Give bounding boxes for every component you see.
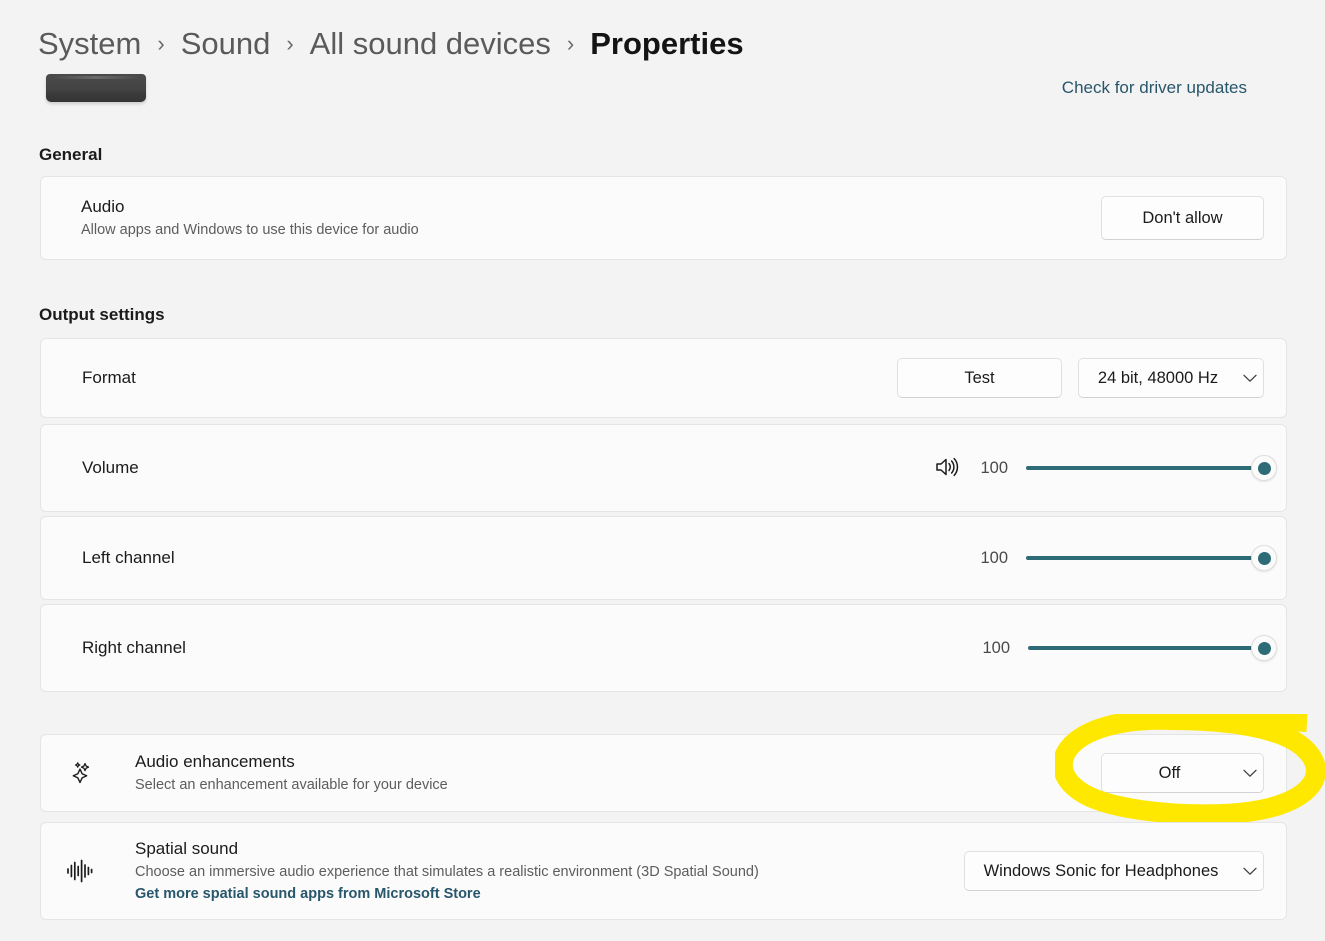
audio-enhancements-dropdown[interactable]: Off [1101, 753, 1264, 793]
section-heading-general: General [39, 145, 103, 164]
audio-enhancements-title: Audio enhancements [135, 752, 295, 771]
volume-slider-thumb-inner [1257, 461, 1271, 475]
audio-setting-title: Audio [81, 197, 125, 216]
audio-setting-subtitle: Allow apps and Windows to use this devic… [81, 222, 419, 238]
audio-enhancements-dropdown-value: Off [1158, 763, 1181, 782]
spatial-sound-subtitle: Choose an immersive audio experience tha… [135, 864, 759, 880]
left-channel-label: Left channel [82, 548, 175, 567]
format-dropdown[interactable]: 24 bit, 48000 Hz [1078, 358, 1264, 398]
volume-setting-card: Volume 100 [40, 424, 1287, 512]
section-heading-output-settings: Output settings [39, 305, 165, 324]
test-format-button[interactable]: Test [897, 358, 1062, 398]
right-channel-setting-card: Right channel 100 [40, 604, 1287, 692]
format-setting-card: Format Test 24 bit, 48000 Hz [40, 338, 1287, 418]
breadcrumb-separator-1: › [157, 31, 165, 56]
settings-properties-page: System › Sound › All sound devices › Pro… [0, 0, 1325, 941]
left-channel-value: 100 [980, 548, 1008, 567]
check-for-driver-updates-link[interactable]: Check for driver updates [1062, 78, 1247, 98]
format-setting-text: Format [82, 366, 136, 390]
chevron-down-icon [1237, 754, 1263, 792]
right-channel-value: 100 [982, 638, 1010, 657]
audio-setting-text: Audio Allow apps and Windows to use this… [81, 195, 419, 241]
left-channel-slider-thumb[interactable] [1251, 545, 1277, 571]
volume-slider-thumb[interactable] [1251, 455, 1277, 481]
left-channel-slider-thumb-inner [1257, 551, 1271, 565]
audio-device-thumbnail [46, 74, 146, 102]
left-channel-text: Left channel [82, 546, 175, 570]
audio-enhancements-card: Audio enhancements Select an enhancement… [40, 734, 1287, 812]
breadcrumb: System › Sound › All sound devices › Pro… [38, 22, 744, 66]
waveform-icon [63, 854, 97, 888]
audio-enhancements-text: Audio enhancements Select an enhancement… [135, 750, 448, 796]
volume-setting-text: Volume [82, 456, 139, 480]
format-dropdown-value: 24 bit, 48000 Hz [1097, 368, 1219, 387]
breadcrumb-separator-3: › [566, 31, 575, 56]
breadcrumb-item-properties: Properties [590, 26, 744, 61]
chevron-down-icon [1237, 359, 1263, 397]
right-channel-slider-track [1028, 646, 1264, 650]
left-channel-slider-group: 100 [972, 544, 1277, 572]
chevron-down-icon [1237, 852, 1263, 890]
volume-value: 100 [980, 458, 1008, 477]
spatial-sound-title: Spatial sound [135, 839, 239, 858]
speaker-icon [934, 456, 962, 480]
right-channel-label: Right channel [82, 638, 186, 657]
right-channel-slider-thumb-inner [1257, 641, 1271, 655]
right-channel-slider[interactable] [1028, 634, 1277, 662]
spatial-sound-dropdown-value: Windows Sonic for Headphones [983, 861, 1219, 880]
volume-slider-group: 100 [934, 454, 1277, 482]
left-channel-slider-track [1026, 556, 1264, 560]
audio-enhancements-subtitle: Select an enhancement available for your… [135, 777, 448, 793]
right-channel-text: Right channel [82, 636, 186, 660]
left-channel-slider[interactable] [1026, 544, 1277, 572]
left-channel-setting-card: Left channel 100 [40, 516, 1287, 600]
breadcrumb-item-sound[interactable]: Sound [181, 22, 271, 66]
dont-allow-button[interactable]: Don't allow [1101, 196, 1264, 240]
spatial-sound-store-link[interactable]: Get more spatial sound apps from Microso… [135, 883, 759, 905]
audio-setting-card: Audio Allow apps and Windows to use this… [40, 176, 1287, 260]
spatial-sound-text: Spatial sound Choose an immersive audio … [135, 837, 759, 905]
breadcrumb-item-system[interactable]: System [38, 22, 141, 66]
right-channel-slider-thumb[interactable] [1251, 635, 1277, 661]
breadcrumb-item-all-sound-devices[interactable]: All sound devices [310, 22, 551, 66]
breadcrumb-separator-2: › [286, 31, 294, 56]
format-setting-label: Format [82, 368, 136, 387]
spatial-sound-card: Spatial sound Choose an immersive audio … [40, 822, 1287, 920]
sparkle-icon [63, 756, 97, 790]
spatial-sound-dropdown[interactable]: Windows Sonic for Headphones [964, 851, 1264, 891]
volume-slider[interactable] [1026, 454, 1277, 482]
right-channel-slider-group: 100 [974, 634, 1277, 662]
volume-setting-label: Volume [82, 458, 139, 477]
volume-slider-track [1026, 466, 1264, 470]
